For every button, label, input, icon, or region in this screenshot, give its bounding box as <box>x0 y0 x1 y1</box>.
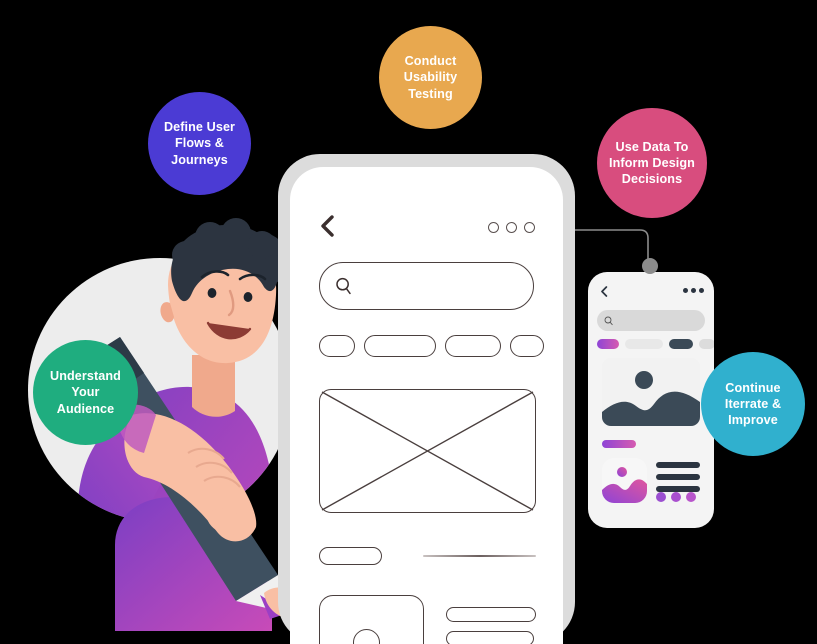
filter-chip[interactable] <box>699 339 714 349</box>
menu-dot <box>699 288 704 293</box>
text-line <box>446 631 534 644</box>
image-placeholder-crossed-box <box>319 389 536 513</box>
bubble-understand-your-audience[interactable]: Understand Your Audience <box>33 340 138 445</box>
bubble-label: Define User Flows & Journeys <box>163 120 236 167</box>
bubble-use-data-inform-design[interactable]: Use Data To Inform Design Decisions <box>597 108 707 218</box>
menu-dot <box>691 288 696 293</box>
eye-left <box>207 288 217 298</box>
filter-chip[interactable] <box>669 339 693 349</box>
label-pill <box>319 547 382 565</box>
filter-chip-row <box>597 339 714 349</box>
infographic-canvas: Define User Flows & Journeys Conduct Usa… <box>0 0 817 644</box>
dot <box>686 492 696 502</box>
filter-chip[interactable] <box>510 335 544 357</box>
search-input[interactable] <box>597 310 705 331</box>
connector-line <box>572 229 649 270</box>
menu-dot <box>488 222 499 233</box>
filter-chip[interactable] <box>319 335 355 357</box>
chevron-left-icon[interactable] <box>319 215 335 237</box>
phone-screen <box>290 167 563 644</box>
bubble-label: Understand Your Audience <box>50 369 121 416</box>
sun-icon <box>635 371 653 389</box>
gradient-image-thumbnail[interactable] <box>602 458 647 503</box>
text-line <box>656 462 700 468</box>
bubble-continue-iterate-improve[interactable]: Continue Iterrate & Improve <box>701 352 805 456</box>
placeholder-cross <box>321 391 534 511</box>
filter-chip-active[interactable] <box>597 339 619 349</box>
phone-mockup-wireframe <box>278 154 575 644</box>
bubble-conduct-usability-testing[interactable]: Conduct Usability Testing <box>379 26 482 129</box>
filter-chip[interactable] <box>625 339 663 349</box>
hero-image-mountain-sun[interactable] <box>602 358 700 426</box>
filter-chip[interactable] <box>364 335 436 357</box>
three-dots-outline-icon[interactable] <box>488 222 535 233</box>
filter-chip-row <box>319 335 544 357</box>
search-icon <box>336 277 351 295</box>
filter-chip[interactable] <box>445 335 501 357</box>
bubble-label: Continue Iterrate & Improve <box>724 380 782 428</box>
bubble-label: Conduct Usability Testing <box>403 54 458 101</box>
gradient-dot-row <box>656 492 696 502</box>
connector-dot <box>642 258 658 274</box>
menu-dot <box>683 288 688 293</box>
phone-mockup-hifi <box>588 272 714 528</box>
bubble-label: Use Data To Inform Design Decisions <box>609 139 695 187</box>
three-dots-filled-icon[interactable] <box>683 288 704 293</box>
menu-dot <box>506 222 517 233</box>
divider-line <box>423 555 536 557</box>
dot <box>671 492 681 502</box>
mountain-sun-illustration <box>602 358 700 426</box>
eye-right <box>243 292 253 302</box>
search-icon <box>604 316 613 326</box>
text-line <box>446 607 536 622</box>
dot <box>656 492 666 502</box>
menu-dot <box>524 222 535 233</box>
chevron-left-icon[interactable] <box>600 286 608 297</box>
text-line <box>656 474 700 480</box>
gradient-label-pill <box>602 440 636 448</box>
bubble-define-user-flows[interactable]: Define User Flows & Journeys <box>148 92 251 195</box>
thumbnail-illustration <box>602 458 647 503</box>
